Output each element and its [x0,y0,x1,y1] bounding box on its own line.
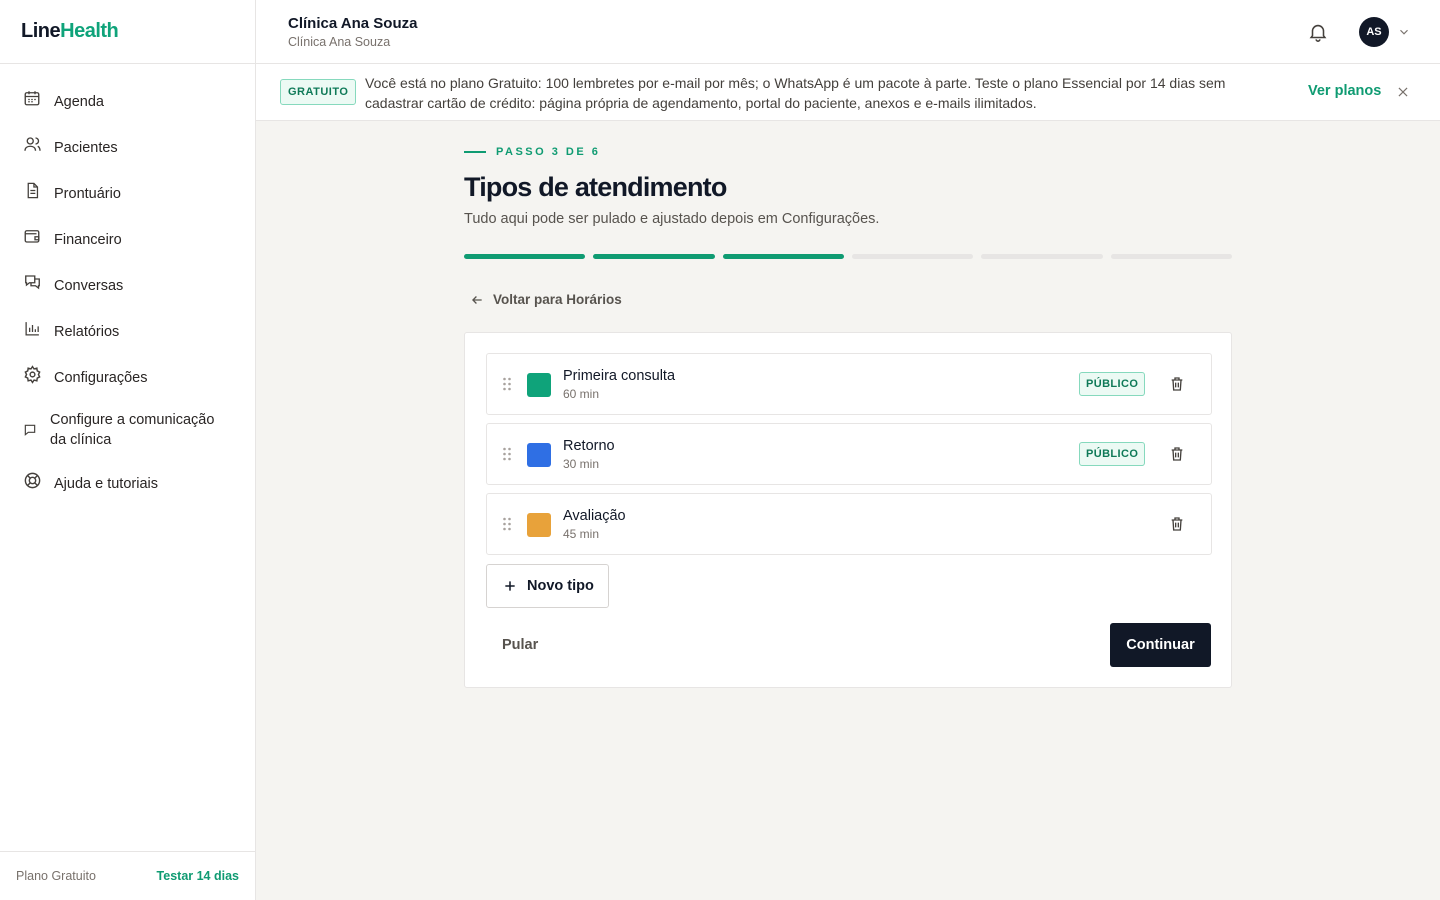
progress-segment [722,254,844,259]
sidebar-item-label: Configure a comunicação da clínica [50,412,215,448]
skip-button[interactable]: Pular [502,637,538,653]
page-title: Tipos de atendimento [464,172,727,202]
public-badge: PÚBLICO [1079,372,1146,396]
add-type-label: Novo tipo [527,578,594,594]
sidebar-item-ajuda[interactable]: Ajuda e tutoriais [0,460,255,506]
type-row[interactable]: Avaliação 45 min [486,493,1212,555]
chevron-down-icon[interactable] [1397,25,1411,39]
type-name: Avaliação [563,508,626,524]
close-icon[interactable] [1396,85,1411,100]
sidebar-item-label: Prontuário [54,186,121,202]
trash-icon[interactable] [1169,515,1185,533]
sidebar-item-agenda[interactable]: Agenda [0,78,255,124]
sidebar-item-label: Pacientes [54,140,118,156]
sidebar-item-prontuario[interactable]: Prontuário [0,170,255,216]
plan-label: Plano Gratuito [16,869,96,883]
wallet-icon [22,226,42,246]
progress-segment [851,254,974,259]
sidebar-item-financeiro[interactable]: Financeiro [0,216,255,262]
types-card: Primeira consulta 60 min PÚBLICO Retorno… [464,332,1232,688]
sidebar-item-relatorios[interactable]: Relatórios [0,308,255,354]
clinic-subtitle: Clínica Ana Souza [288,35,391,49]
bell-icon[interactable] [1307,21,1329,43]
bar-chart-icon [22,318,42,338]
logo-part-1: Line [21,20,61,42]
see-plans-link[interactable]: Ver planos [1308,83,1381,99]
back-button[interactable]: Voltar para Horários [470,292,622,307]
public-badge: PÚBLICO [1079,442,1146,466]
sidebar-item-label: Financeiro [54,232,122,248]
progress-segment [593,254,715,259]
drag-handle-icon[interactable] [502,447,512,461]
chat-icon [22,272,42,292]
clinic-name: Clínica Ana Souza [288,15,418,32]
calendar-icon [22,88,42,108]
step-text: PASSO 3 DE 6 [496,146,601,158]
type-row[interactable]: Primeira consulta 60 min PÚBLICO [486,353,1212,415]
sidebar-item-label: Conversas [54,278,124,294]
type-duration: 60 min [563,387,600,401]
add-type-button[interactable]: Novo tipo [486,564,609,608]
logo[interactable]: Line Health [0,0,255,64]
lifebuoy-icon [22,470,42,490]
progress-segment [464,254,586,259]
sidebar-footer: Plano Gratuito Testar 14 dias [0,851,255,900]
back-label: Voltar para Horários [493,292,622,307]
trash-icon[interactable] [1169,445,1185,463]
plan-banner: GRATUITO Você está no plano Gratuito: 10… [256,64,1440,121]
clinic-info: Clínica Ana Souza Clínica Ana Souza [288,15,417,49]
type-color-swatch[interactable] [527,373,551,397]
progress-bar [464,254,1232,260]
banner-text: Você está no plano Gratuito: 100 lembret… [365,75,1226,111]
sidebar: Line Health Agenda Pacientes Prontuário F… [0,0,256,900]
drag-handle-icon[interactable] [502,377,512,391]
type-color-swatch[interactable] [527,443,551,467]
type-color-swatch[interactable] [527,513,551,537]
users-icon [22,134,42,154]
step-dash [464,151,486,153]
type-duration: 45 min [563,527,600,541]
sidebar-nav: Agenda Pacientes Prontuário Financeiro C… [0,64,255,506]
sidebar-item-conversas[interactable]: Conversas [0,262,255,308]
type-name: Retorno [563,438,615,454]
message-icon [22,420,38,440]
sidebar-item-pacientes[interactable]: Pacientes [0,124,255,170]
progress-segment [981,254,1103,259]
document-icon [22,180,42,200]
sidebar-item-label: Relatórios [54,324,120,340]
avatar[interactable]: AS [1359,17,1389,47]
drag-handle-icon[interactable] [502,517,512,531]
sidebar-item-label: Ajuda e tutoriais [54,476,158,492]
step-indicator: PASSO 3 DE 6 [464,146,600,158]
type-duration: 30 min [563,457,600,471]
sidebar-item-label: Agenda [54,94,104,110]
sidebar-item-configuracoes[interactable]: Configurações [0,354,255,400]
sidebar-item-comunicacao[interactable]: Configure a comunicação da clínica [0,400,255,460]
trial-link[interactable]: Testar 14 dias [157,869,239,883]
top-header: Clínica Ana Souza Clínica Ana Souza AS [256,0,1440,64]
trash-icon[interactable] [1169,375,1185,393]
sidebar-item-label: Configurações [54,370,148,386]
plus-icon [503,579,517,593]
continue-button[interactable]: Continuar [1110,623,1211,667]
type-name: Primeira consulta [563,368,676,384]
page-subtitle: Tudo aqui pode ser pulado e ajustado dep… [464,211,880,227]
progress-segment [1110,254,1232,259]
gear-icon [22,364,42,384]
logo-part-2: Health [60,20,119,42]
plan-badge: GRATUITO [280,79,357,105]
arrow-left-icon [470,293,484,307]
type-row[interactable]: Retorno 30 min PÚBLICO [486,423,1212,485]
